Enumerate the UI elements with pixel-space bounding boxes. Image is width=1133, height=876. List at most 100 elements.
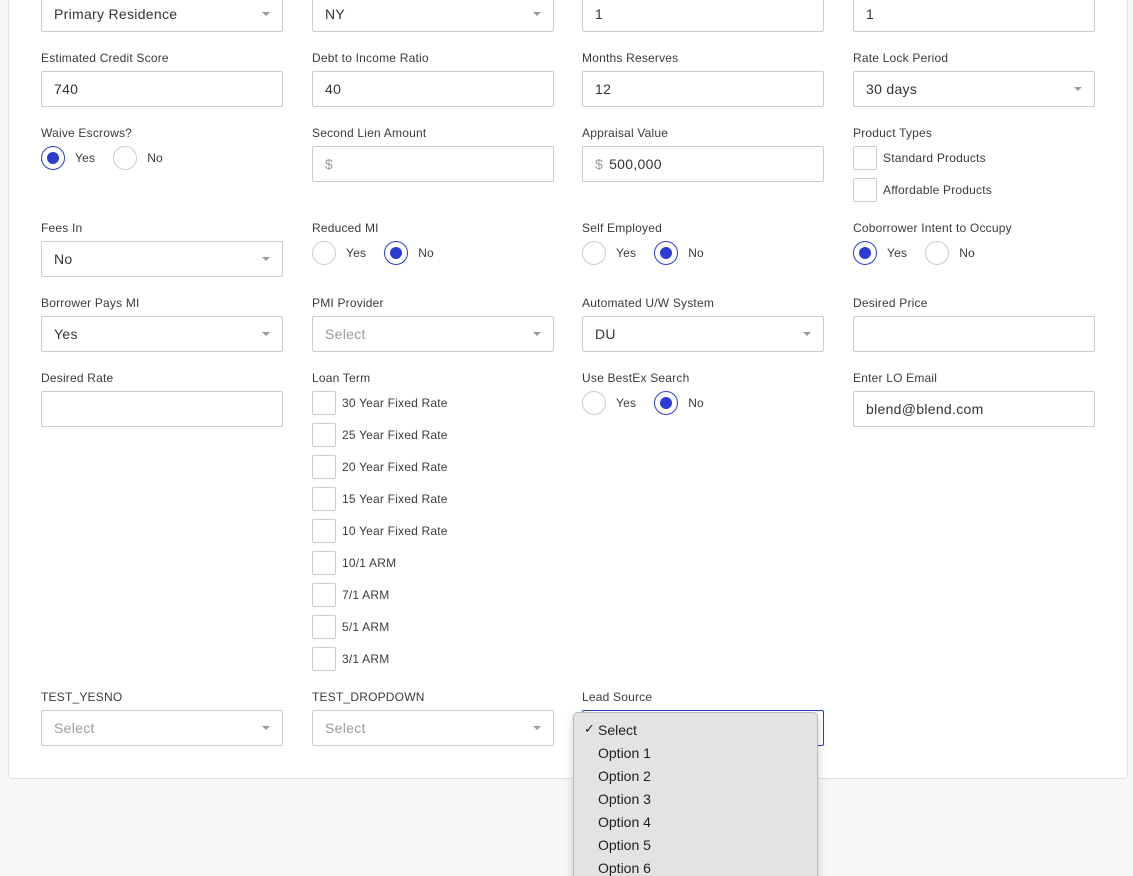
checkbox[interactable] [312, 519, 336, 543]
reduced-mi-radio-group: Yes No [312, 241, 452, 265]
top-field-4-value: 1 [866, 6, 875, 22]
checkbox[interactable] [312, 455, 336, 479]
coborrower-label: Coborrower Intent to Occupy [853, 221, 1012, 235]
dti-input[interactable]: 40 [312, 71, 554, 107]
checkbox[interactable] [853, 146, 877, 170]
chevron-down-icon [1074, 87, 1082, 91]
lead-source-label: Lead Source [582, 690, 653, 704]
chevron-down-icon [533, 332, 541, 336]
borrower-pays-mi-value: Yes [54, 326, 78, 342]
bestex-yes-radio[interactable] [582, 391, 606, 415]
waive-escrows-label: Waive Escrows? [41, 126, 133, 140]
reduced-mi-no-radio[interactable] [384, 241, 409, 265]
reduced-mi-yes-radio[interactable] [312, 241, 336, 265]
dropdown-option[interactable]: Option 1 [574, 741, 817, 764]
loan-term-option[interactable]: 7/1 ARM [312, 583, 389, 607]
occupancy-select[interactable]: Primary Residence [41, 0, 283, 32]
fees-in-select[interactable]: No [41, 241, 283, 277]
option-label: Select [598, 721, 637, 738]
product-types-label: Product Types [853, 126, 933, 140]
dropdown-option[interactable]: ✓ Select [574, 718, 817, 741]
chevron-down-icon [803, 332, 811, 336]
aus-select[interactable]: DU [582, 316, 824, 352]
loan-term-option[interactable]: 15 Year Fixed Rate [312, 487, 448, 511]
loan-term-option[interactable]: 5/1 ARM [312, 615, 389, 639]
dti-value: 40 [325, 81, 342, 97]
chevron-down-icon [533, 726, 541, 730]
pmi-provider-label: PMI Provider [312, 296, 384, 310]
radio-label: No [418, 246, 434, 260]
dropdown-option[interactable]: Option 3 [574, 787, 817, 810]
checkbox-label: Standard Products [883, 151, 986, 165]
product-type-option[interactable]: Affordable Products [853, 178, 992, 202]
radio-label: No [688, 396, 704, 410]
bestex-radio-group: Yes No [582, 391, 722, 415]
checkbox[interactable] [853, 178, 877, 202]
checkbox-label: Affordable Products [883, 183, 992, 197]
bestex-no-radio[interactable] [654, 391, 679, 415]
self-employed-no-radio[interactable] [654, 241, 679, 265]
borrower-pays-mi-label: Borrower Pays MI [41, 296, 140, 310]
checkbox[interactable] [312, 551, 336, 575]
desired-rate-label: Desired Rate [41, 371, 114, 385]
reserves-input[interactable]: 12 [582, 71, 824, 107]
radio-label: No [147, 151, 163, 165]
test-dropdown-select[interactable]: Select [312, 710, 554, 746]
pmi-provider-select[interactable]: Select [312, 316, 554, 352]
loan-term-option[interactable]: 20 Year Fixed Rate [312, 455, 448, 479]
reduced-mi-label: Reduced MI [312, 221, 379, 235]
waive-escrows-no-radio[interactable] [113, 146, 138, 170]
credit-score-input[interactable]: 740 [41, 71, 283, 107]
rate-lock-value: 30 days [866, 81, 918, 97]
chevron-down-icon [533, 12, 541, 16]
checkbox[interactable] [312, 615, 336, 639]
lead-source-dropdown-menu: ✓ Select Option 1 Option 2 Option 3 Optio… [573, 712, 818, 876]
rate-lock-select[interactable]: 30 days [853, 71, 1095, 107]
lo-email-label: Enter LO Email [853, 371, 938, 385]
loan-term-option[interactable]: 10 Year Fixed Rate [312, 519, 448, 543]
appraisal-value: 500,000 [609, 156, 662, 172]
option-label: Option 2 [598, 767, 651, 784]
loan-term-option[interactable]: 30 Year Fixed Rate [312, 391, 448, 415]
second-lien-label: Second Lien Amount [312, 126, 427, 140]
top-field-4[interactable]: 1 [853, 0, 1095, 32]
top-field-3[interactable]: 1 [582, 0, 824, 32]
test-yesno-label: TEST_YESNO [41, 690, 123, 704]
dropdown-option[interactable]: Option 5 [574, 833, 817, 856]
checkbox-label: 15 Year Fixed Rate [342, 492, 448, 506]
waive-escrows-yes-radio[interactable] [41, 146, 65, 170]
loan-term-option[interactable]: 25 Year Fixed Rate [312, 423, 448, 447]
borrower-pays-mi-select[interactable]: Yes [41, 316, 283, 352]
dropdown-option[interactable]: Option 2 [574, 764, 817, 787]
reserves-value: 12 [595, 81, 612, 97]
desired-price-input[interactable] [853, 316, 1095, 352]
self-employed-yes-radio[interactable] [582, 241, 606, 265]
radio-label: Yes [616, 396, 637, 410]
checkbox[interactable] [312, 647, 336, 671]
radio-label: Yes [75, 151, 96, 165]
appraisal-input[interactable]: $500,000 [582, 146, 824, 182]
lo-email-input[interactable]: blend@blend.com [853, 391, 1095, 427]
product-type-option[interactable]: Standard Products [853, 146, 986, 170]
option-label: Option 5 [598, 836, 651, 853]
coborrower-no-radio[interactable] [925, 241, 950, 265]
credit-score-label: Estimated Credit Score [41, 51, 169, 65]
test-yesno-select[interactable]: Select [41, 710, 283, 746]
radio-label: No [959, 246, 975, 260]
coborrower-yes-radio[interactable] [853, 241, 877, 265]
state-select[interactable]: NY [312, 0, 554, 32]
state-value: NY [325, 6, 346, 22]
loan-form-card [8, 0, 1128, 779]
desired-rate-input[interactable] [41, 391, 283, 427]
checkbox[interactable] [312, 423, 336, 447]
second-lien-input[interactable]: $ [312, 146, 554, 182]
checkbox[interactable] [312, 391, 336, 415]
loan-term-option[interactable]: 10/1 ARM [312, 551, 396, 575]
bestex-label: Use BestEx Search [582, 371, 690, 385]
loan-term-option[interactable]: 3/1 ARM [312, 647, 389, 671]
top-field-3-value: 1 [595, 6, 604, 22]
dropdown-option[interactable]: Option 4 [574, 810, 817, 833]
checkbox[interactable] [312, 487, 336, 511]
checkbox[interactable] [312, 583, 336, 607]
dropdown-option[interactable]: Option 6 [574, 856, 817, 876]
